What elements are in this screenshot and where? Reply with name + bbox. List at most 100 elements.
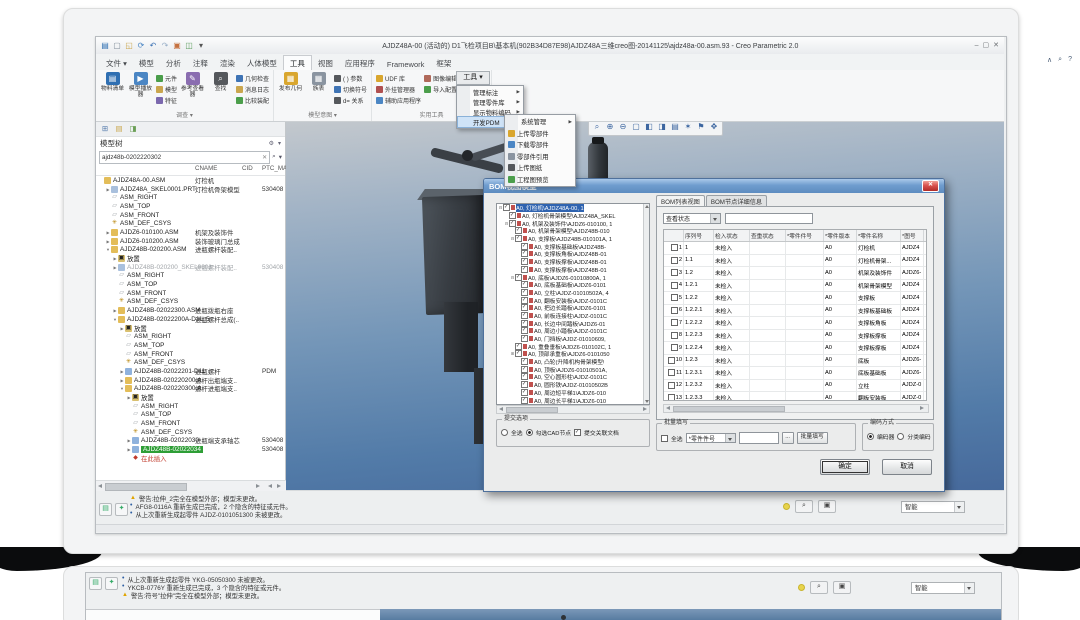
row-checkbox[interactable] — [671, 269, 678, 276]
scroll-left-icon[interactable] — [499, 407, 503, 411]
tree-checkbox[interactable] — [521, 366, 528, 373]
tree-checkbox[interactable] — [521, 258, 528, 265]
ribbon-button[interactable]: ( ) 参数 — [334, 73, 367, 83]
new-file-icon[interactable]: ▢ — [112, 40, 122, 51]
model-tree-item[interactable]: ▱ASM_TOP — [96, 411, 285, 420]
search-model-icon[interactable]: ⌕ — [810, 581, 828, 594]
tree-checkbox[interactable] — [521, 266, 528, 273]
model-tree-item[interactable]: ▱ASM_RIGHT — [96, 402, 285, 411]
selection-filter-select[interactable]: 智能 — [911, 582, 975, 594]
tree-settings-icon[interactable]: ⚙ — [269, 140, 274, 147]
search-input[interactable] — [102, 153, 262, 162]
spin-center-icon[interactable]: ✥ — [708, 120, 720, 135]
table-row[interactable]: 31.2未检入A0机架及装饰件AJDZ6- — [664, 267, 926, 280]
scroll-up-icon[interactable] — [645, 205, 649, 208]
model-tree-item[interactable]: ✳ASM_DEF_CSYS — [96, 428, 285, 437]
ribbon-button[interactable]: 模型 — [156, 84, 177, 94]
minimize-button[interactable]: – — [975, 40, 979, 51]
cancel-button[interactable]: 取消 — [882, 459, 932, 475]
tree-checkbox[interactable] — [521, 312, 528, 319]
scroll-left-icon[interactable] — [268, 484, 272, 488]
tree-checkbox[interactable] — [515, 343, 522, 350]
model-tree-item[interactable]: ▱ASM_RIGHT — [96, 272, 285, 281]
ribbon-tab[interactable]: 分析 — [160, 56, 187, 70]
shading-icon[interactable]: ◧ — [643, 120, 655, 135]
ribbon-group-label[interactable]: 调查 ▾ — [100, 112, 269, 121]
tree-checkbox[interactable] — [521, 335, 528, 342]
tree-columns-icon[interactable]: ⊞ — [100, 124, 110, 134]
table-column-header[interactable] — [664, 230, 684, 241]
batch-value-input[interactable] — [739, 432, 779, 444]
help-icon[interactable]: ? — [1068, 56, 1072, 64]
filter-input[interactable] — [725, 213, 813, 224]
annotations-icon[interactable]: ⚑ — [695, 120, 707, 135]
save-icon[interactable]: ▤ — [100, 40, 110, 51]
table-row[interactable]: 121.2.3.2未检入A0立柱AJDZ-0 — [664, 380, 926, 393]
performance-icon[interactable]: ✦ — [115, 503, 128, 516]
display-style-icon[interactable]: ◨ — [656, 120, 668, 135]
ribbon-tab[interactable]: 渲染 — [214, 56, 241, 70]
window-icon[interactable]: ◫ — [184, 40, 194, 51]
scroll-right-icon[interactable] — [920, 406, 924, 410]
tree-checkbox[interactable] — [521, 389, 528, 396]
ribbon-tab[interactable]: Framework — [381, 58, 431, 70]
tree-checkbox[interactable] — [521, 320, 528, 327]
ribbon-button[interactable]: 几何检查 — [236, 73, 269, 83]
clipboard-icon[interactable]: ▣ — [818, 500, 836, 513]
check-提交关联文档[interactable] — [574, 429, 581, 436]
model-tree-hscrollbar[interactable] — [96, 480, 286, 491]
ribbon-button[interactable]: ▶模型播放器 — [128, 71, 153, 99]
model-tree-item[interactable]: ▶▣放置 — [96, 254, 285, 263]
tree-checkbox[interactable] — [521, 381, 528, 388]
ribbon-tab[interactable]: 文件 ▾ — [100, 56, 133, 70]
ribbon-tab[interactable]: 视图 — [312, 56, 339, 70]
table-column-header[interactable]: *图号 — [901, 230, 924, 241]
table-row[interactable]: 101.2.3未检入A0底板AJDZ6- — [664, 355, 926, 368]
model-tree-item[interactable]: ▼AJDZ48B-020200.ASM进瓶螺杆装配.. — [96, 246, 285, 255]
ribbon-button[interactable]: 外挂管理器 — [376, 84, 421, 94]
radio-分类编码[interactable] — [897, 433, 904, 440]
table-row[interactable]: 51.2.2未检入A0支撑板AJDZ4 — [664, 292, 926, 305]
ribbon-button[interactable]: d= 关系 — [334, 95, 367, 105]
menu-item[interactable]: 零部件引用 — [506, 151, 574, 163]
table-row[interactable]: 91.2.2.4未检入A0支撑板撑板AJDZ4 — [664, 342, 926, 355]
model-tree-item[interactable]: ▼AJDZ48B-020220300.A螺杆进瓶端支.. — [96, 385, 285, 394]
model-tree-item[interactable]: ▶AJDZ48B-020220200.A螺杆出瓶端支.. — [96, 376, 285, 385]
tree-checkbox[interactable] — [521, 304, 528, 311]
model-tree-item[interactable]: ▱ASM_RIGHT — [96, 332, 285, 341]
ribbon-button[interactable]: 消息日志 — [236, 84, 269, 94]
radio-全选[interactable] — [501, 429, 508, 436]
qat-more-icon[interactable]: ▾ — [196, 40, 206, 51]
tree-checkbox[interactable] — [521, 358, 528, 365]
ribbon-button[interactable]: ▦族表 — [306, 71, 331, 92]
chevron-down-icon[interactable] — [954, 502, 964, 512]
table-column-header[interactable]: 检入状态 — [714, 230, 750, 241]
model-tree-item[interactable]: ✳ASM_DEF_CSYS — [96, 219, 285, 228]
tree-checkbox[interactable] — [509, 212, 516, 219]
clipboard-icon[interactable]: ▣ — [833, 581, 851, 594]
row-checkbox[interactable] — [668, 382, 675, 389]
datum-display-icon[interactable]: ✶ — [682, 120, 694, 135]
menu-item[interactable]: 管理标注▶ — [458, 87, 522, 97]
table-row[interactable]: 11未检入A0灯检机AJDZ4 — [664, 242, 926, 255]
model-tree-item[interactable]: AJDZ48A-00.ASM灯检机 — [96, 176, 285, 185]
row-checkbox[interactable] — [671, 332, 678, 339]
repaint-icon[interactable]: ▢ — [630, 120, 642, 135]
row-checkbox[interactable] — [671, 294, 678, 301]
batch-fill-button[interactable]: 批量填写 — [797, 432, 828, 444]
ribbon-tab[interactable]: 模型 — [133, 56, 160, 70]
ribbon-button[interactable]: ▦发布几何 — [278, 71, 303, 92]
scroll-right-icon[interactable] — [277, 484, 281, 488]
table-row[interactable]: 131.2.3.3未检入A0翻板安装板AJDZ-0 — [664, 392, 926, 401]
scroll-right-icon[interactable] — [643, 407, 647, 411]
row-checkbox[interactable] — [668, 369, 675, 376]
saved-views-icon[interactable]: ▤ — [669, 120, 681, 135]
table-row[interactable]: 81.2.2.3未检入A0支撑板撑板AJDZ4 — [664, 330, 926, 343]
model-tree-item[interactable]: ▱ASM_FRONT — [96, 419, 285, 428]
model-tree-item[interactable]: ✳ASM_DEF_CSYS — [96, 298, 285, 307]
ribbon-button[interactable]: UDF 库 — [376, 73, 421, 83]
tree-checkbox[interactable] — [521, 373, 528, 380]
tree-checkbox[interactable] — [521, 289, 528, 296]
row-checkbox[interactable] — [671, 319, 678, 326]
command-search-icon[interactable]: ⌕ — [1058, 56, 1062, 64]
